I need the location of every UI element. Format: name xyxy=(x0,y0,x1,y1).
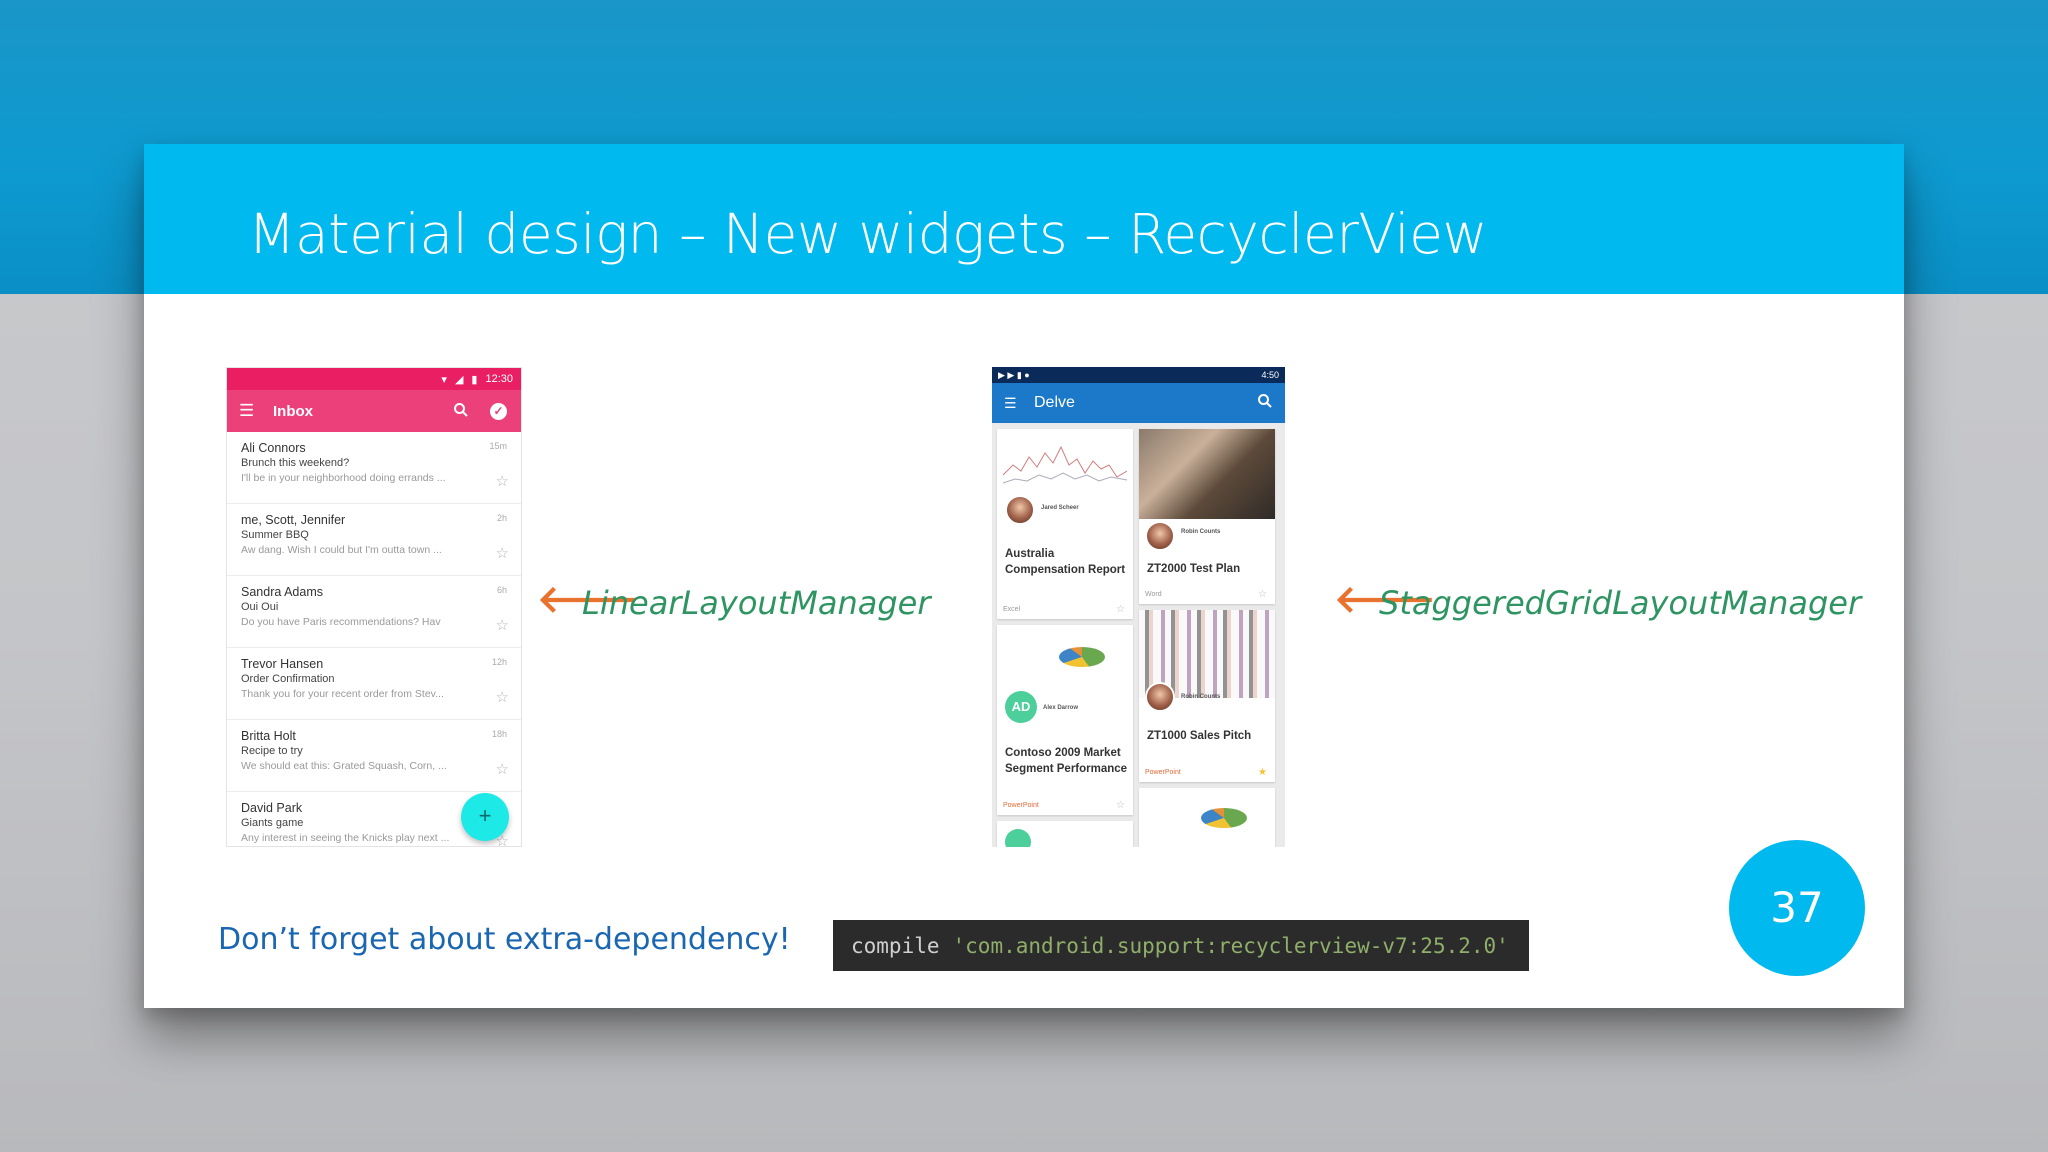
card-person: Robin Counts xyxy=(1181,529,1221,535)
search-icon[interactable] xyxy=(453,402,469,418)
star-icon[interactable]: ☆ xyxy=(496,616,509,634)
code-string: 'com.android.support:recyclerview-v7:25.… xyxy=(952,933,1509,958)
email-sender: Ali Connors xyxy=(241,441,306,455)
hamburger-menu-icon[interactable]: ☰ xyxy=(239,401,273,421)
email-preview: I'll be in your neighborhood doing erran… xyxy=(241,472,446,484)
list-item[interactable]: me, Scott, Jennifer Summer BBQ Aw dang. … xyxy=(227,504,521,576)
compose-fab[interactable]: + xyxy=(461,793,509,841)
card-person: Alex Darrow xyxy=(1043,705,1079,711)
star-icon[interactable]: ★ xyxy=(1258,767,1267,778)
gradle-code-snippet: compile 'com.android.support:recyclervie… xyxy=(833,920,1529,971)
code-keyword: compile xyxy=(851,933,940,958)
card-title: Australia Compensation Report xyxy=(1005,548,1126,576)
line-chart-thumbnail xyxy=(1003,445,1127,484)
list-item[interactable]: Trevor Hansen Order Confirmation Thank y… xyxy=(227,648,521,720)
star-icon[interactable]: ☆ xyxy=(1258,589,1267,600)
inbox-toolbar: ☰ Inbox ✓ xyxy=(227,390,521,432)
notification-icons: ▶ ▶ ▮ ● xyxy=(998,369,1030,380)
email-subject: Brunch this weekend? xyxy=(241,457,350,469)
pie-chart-thumbnail xyxy=(1059,647,1105,667)
hamburger-menu-icon[interactable]: ☰ xyxy=(1004,395,1034,412)
email-sender: Britta Holt xyxy=(241,729,296,743)
check-circle-icon[interactable]: ✓ xyxy=(490,403,507,420)
star-icon[interactable]: ☆ xyxy=(1116,604,1125,615)
search-icon[interactable] xyxy=(1257,393,1273,409)
grid-card[interactable]: Robin Counts ZT1000 Sales Pitch PowerPoi… xyxy=(1139,610,1275,782)
staggered-grid-layout-label: StaggeredGridLayoutManager xyxy=(1379,584,1862,622)
card-person: Robin Counts xyxy=(1181,694,1221,700)
dependency-reminder: Don’t forget about extra-dependency! xyxy=(218,922,791,957)
star-icon[interactable]: ☆ xyxy=(496,688,509,706)
email-preview: Thank you for your recent order from Ste… xyxy=(241,688,444,700)
email-time: 18h xyxy=(491,729,507,739)
email-time: 12h xyxy=(491,657,507,667)
wifi-icon: ▾ xyxy=(441,373,447,386)
email-preview: Aw dang. Wish I could but I'm outta town… xyxy=(241,544,442,556)
card-file-type: PowerPoint xyxy=(1145,769,1181,776)
star-icon[interactable]: ☆ xyxy=(496,472,509,490)
card-title: ZT1000 Sales Pitch xyxy=(1147,730,1252,742)
grid-card[interactable] xyxy=(997,821,1133,847)
avatar xyxy=(1005,495,1035,525)
list-item[interactable]: Britta Holt Recipe to try We should eat … xyxy=(227,720,521,792)
status-bar: ▶ ▶ ▮ ● 4:50 xyxy=(992,367,1285,383)
star-icon[interactable]: ☆ xyxy=(496,760,509,778)
staggered-grid-screenshot: ▶ ▶ ▮ ● 4:50 ☰ Delve Jared Scheer Austra… xyxy=(992,367,1285,847)
avatar xyxy=(1145,521,1175,551)
star-icon[interactable]: ☆ xyxy=(496,544,509,562)
grid-card[interactable]: AD Alex Darrow Contoso 2009 Market Segme… xyxy=(997,625,1133,815)
status-time: 4:50 xyxy=(1261,370,1279,380)
email-subject: Recipe to try xyxy=(241,745,303,757)
avatar xyxy=(1005,829,1031,847)
linear-layout-screenshot: ▾ ◢ ▮ 12:30 ☰ Inbox ✓ Ali Connors Brunch… xyxy=(226,367,522,847)
toolbar-title: Inbox xyxy=(273,402,313,420)
list-item[interactable]: Ali Connors Brunch this weekend? I'll be… xyxy=(227,432,521,504)
email-time: 6h xyxy=(496,585,507,595)
email-subject: Summer BBQ xyxy=(241,529,309,541)
slide-title: Material design – New widgets – Recycler… xyxy=(248,202,1487,266)
email-sender: Trevor Hansen xyxy=(241,657,324,671)
list-item[interactable]: Sandra Adams Oui Oui Do you have Paris r… xyxy=(227,576,521,648)
email-time: 2h xyxy=(496,513,507,523)
avatar: AD xyxy=(1005,691,1037,723)
email-preview: Any interest in seeing the Knicks play n… xyxy=(241,832,450,844)
linear-layout-label: LinearLayoutManager xyxy=(582,584,931,622)
slide-header: Material design – New widgets – Recycler… xyxy=(144,144,1904,294)
card-title: ZT2000 Test Plan xyxy=(1147,563,1241,575)
fitness-photo xyxy=(1139,429,1275,519)
slide-number-badge: 37 xyxy=(1729,840,1865,976)
toolbar-title: Delve xyxy=(1034,394,1075,411)
signal-icon: ◢ xyxy=(454,373,464,386)
pie-chart-thumbnail xyxy=(1201,808,1247,828)
email-sender: me, Scott, Jennifer xyxy=(241,513,346,527)
avatar xyxy=(1145,682,1175,712)
star-icon[interactable]: ☆ xyxy=(1116,800,1125,811)
card-person: Jared Scheer xyxy=(1041,505,1079,511)
battery-icon: ▮ xyxy=(471,373,478,386)
grid-card[interactable] xyxy=(1139,788,1275,847)
email-time: 15m xyxy=(489,441,507,451)
slide: Material design – New widgets – Recycler… xyxy=(144,144,1904,1008)
email-preview: We should eat this: Grated Squash, Corn,… xyxy=(241,760,447,772)
status-time: 12:30 xyxy=(485,373,513,385)
status-bar: ▾ ◢ ▮ 12:30 xyxy=(227,368,521,390)
card-file-type: Word xyxy=(1145,591,1162,598)
email-sender: Sandra Adams xyxy=(241,585,323,599)
card-file-type: Excel xyxy=(1003,606,1021,613)
delve-toolbar: ☰ Delve xyxy=(992,383,1285,423)
grid-card[interactable]: Jared Scheer Australia Compensation Repo… xyxy=(997,429,1133,619)
email-preview: Do you have Paris recommendations? Hav xyxy=(241,616,441,628)
email-subject: Oui Oui xyxy=(241,601,279,613)
grid-card[interactable]: Robin Counts ZT2000 Test Plan Word ☆ xyxy=(1139,429,1275,604)
card-title: Contoso 2009 Market Segment Performance xyxy=(1005,747,1128,775)
email-subject: Order Confirmation xyxy=(241,673,335,685)
card-file-type: PowerPoint xyxy=(1003,802,1039,809)
